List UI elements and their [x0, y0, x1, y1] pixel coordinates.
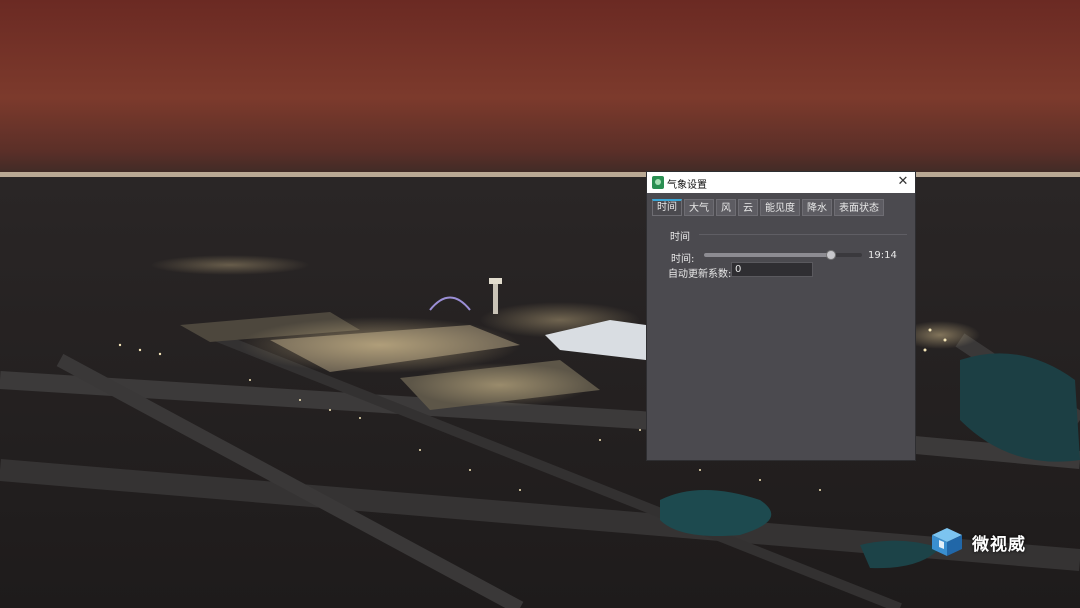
- time-slider[interactable]: [704, 248, 862, 262]
- close-icon: ✕: [897, 174, 909, 189]
- weather-settings-dialog: 气象设置 ✕ 时间 大气 风 云 能见度 降水 表面状态 时间 时间: 19:1…: [646, 171, 916, 461]
- group-divider: [699, 234, 907, 235]
- watermark-text: 微视威: [972, 535, 1026, 555]
- close-button[interactable]: ✕: [895, 174, 911, 190]
- tab-surface-state[interactable]: 表面状态: [834, 199, 884, 216]
- time-label: 时间:: [671, 254, 695, 265]
- time-group-title: 时间: [670, 232, 690, 243]
- dialog-title: 气象设置: [667, 180, 707, 191]
- tab-precipitation[interactable]: 降水: [802, 199, 832, 216]
- tab-atmosphere[interactable]: 大气: [684, 199, 714, 216]
- slider-fill: [704, 253, 831, 257]
- slider-handle[interactable]: [826, 250, 837, 260]
- time-value: 19:14: [868, 250, 897, 261]
- auto-update-coefficient-label: 自动更新系数:: [668, 269, 732, 280]
- tab-wind[interactable]: 风: [716, 199, 736, 216]
- cube-logo-icon: [932, 528, 962, 556]
- tab-cloud[interactable]: 云: [738, 199, 758, 216]
- dialog-titlebar[interactable]: 气象设置 ✕: [647, 172, 915, 193]
- app-icon: [652, 176, 664, 189]
- tab-bar: 时间 大气 风 云 能见度 降水 表面状态: [652, 199, 884, 216]
- tab-visibility[interactable]: 能见度: [760, 199, 800, 216]
- watermark: 微视威: [930, 526, 1050, 558]
- tab-time[interactable]: 时间: [652, 199, 682, 216]
- auto-update-coefficient-input[interactable]: [731, 262, 813, 277]
- airport-night-scene: [0, 0, 1080, 608]
